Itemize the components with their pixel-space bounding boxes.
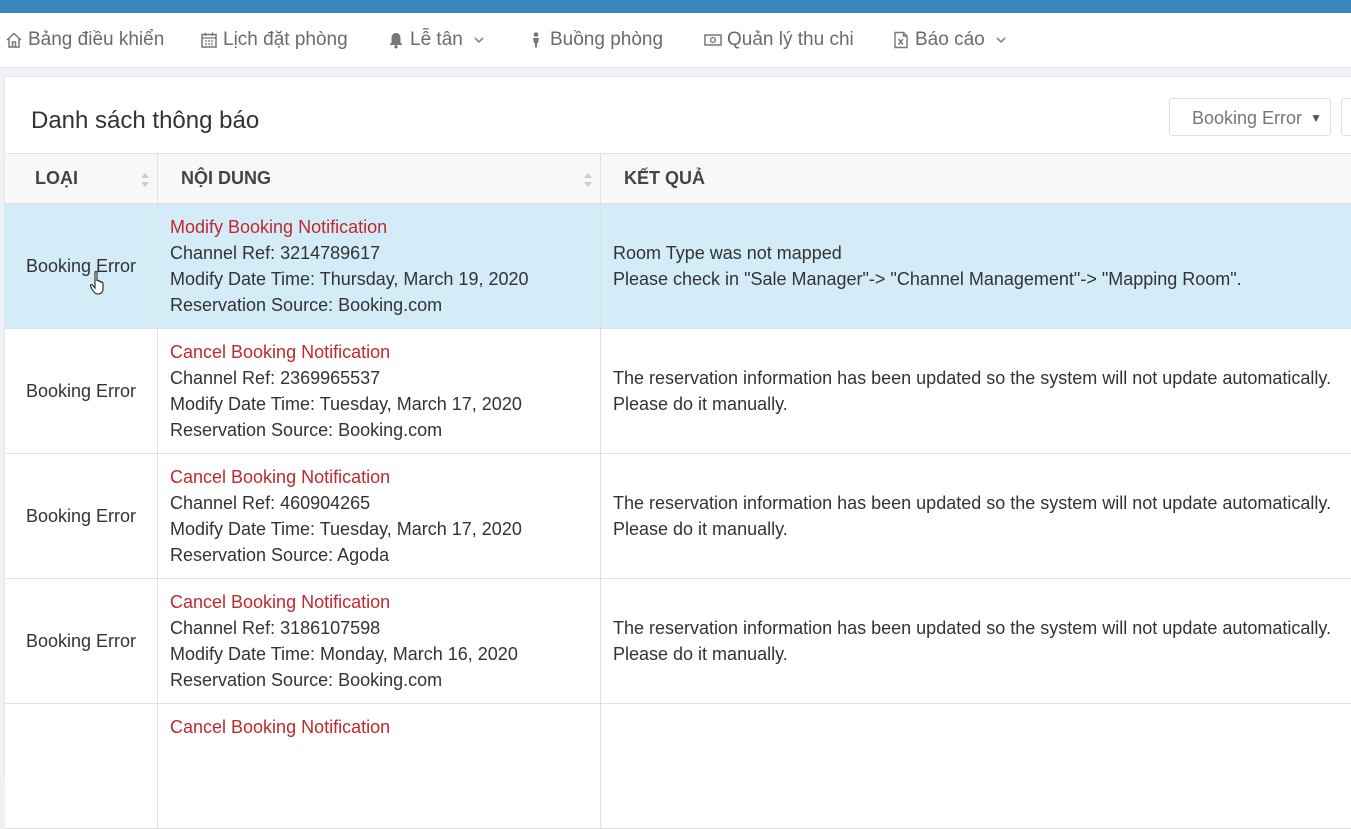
home-icon [5, 31, 23, 49]
modify-date: Modify Date Time: Tuesday, March 17, 202… [170, 519, 522, 539]
type-cell: Booking Error [5, 579, 158, 703]
table-row[interactable]: Booking Error Modify Booking Notificatio… [5, 204, 1351, 329]
nav-label: Lễ tân [410, 29, 463, 50]
result-line: Please do it manually. [613, 519, 788, 539]
type-cell: Booking Error [5, 329, 158, 453]
sort-icon [140, 170, 150, 190]
excel-file-icon [892, 31, 910, 49]
content-cell: Cancel Booking Notification Channel Ref:… [158, 329, 601, 453]
calendar-icon [200, 31, 218, 49]
modify-date: Modify Date Time: Tuesday, March 17, 202… [170, 394, 522, 414]
reservation-source: Reservation Source: Booking.com [170, 670, 443, 690]
main-navigation: Bảng điều khiển Lịch đặt phòng Lễ tân Bu… [0, 13, 1351, 68]
type-cell: Booking Error [5, 454, 158, 578]
table-row[interactable]: Booking Error Cancel Booking Notificatio… [5, 329, 1351, 454]
result-line: The reservation information has been upd… [613, 618, 1332, 638]
nav-item-housekeeping[interactable]: Buồng phòng [527, 27, 663, 53]
result-cell: The reservation information has been upd… [601, 329, 1351, 453]
result-line: Please do it manually. [613, 394, 788, 414]
result-cell: The reservation information has been upd… [601, 454, 1351, 578]
notification-title[interactable]: Modify Booking Notification [170, 214, 600, 240]
notification-title[interactable]: Cancel Booking Notification [170, 714, 600, 740]
nav-item-finance[interactable]: Quản lý thu chi [704, 27, 854, 53]
person-icon [527, 31, 545, 49]
column-header-result[interactable]: KẾT QUẢ [601, 154, 1351, 203]
nav-label: Buồng phòng [550, 29, 664, 50]
column-header-type[interactable]: LOẠI [5, 154, 158, 203]
column-label: LOẠI [35, 168, 78, 188]
sort-icon [583, 170, 593, 190]
channel-ref: Channel Ref: 2369965537 [170, 368, 381, 388]
nav-label: Quản lý thu chi [727, 29, 854, 50]
caret-down-icon: ▼ [1310, 111, 1322, 125]
result-line: The reservation information has been upd… [613, 493, 1332, 513]
notification-title[interactable]: Cancel Booking Notification [170, 339, 600, 365]
reservation-source: Reservation Source: Booking.com [170, 420, 443, 440]
result-cell [601, 704, 1351, 828]
secondary-filter[interactable] [1341, 98, 1351, 136]
modify-date: Modify Date Time: Monday, March 16, 2020 [170, 644, 518, 664]
result-line: Please do it manually. [613, 644, 788, 664]
type-cell [5, 704, 158, 828]
channel-ref: Channel Ref: 3214789617 [170, 243, 381, 263]
notification-title[interactable]: Cancel Booking Notification [170, 589, 600, 615]
nav-item-reports[interactable]: Báo cáo [892, 27, 1007, 53]
nav-item-booking-calendar[interactable]: Lịch đặt phòng [200, 27, 348, 53]
nav-item-reception[interactable]: Lễ tân [387, 27, 485, 53]
column-label: KẾT QUẢ [624, 168, 705, 188]
content-cell: Cancel Booking Notification Channel Ref:… [158, 454, 601, 578]
reservation-source: Reservation Source: Booking.com [170, 295, 443, 315]
nav-item-dashboard[interactable]: Bảng điều khiển [5, 27, 164, 53]
page-title: Danh sách thông báo [31, 107, 260, 134]
column-label: NỘI DUNG [181, 168, 271, 188]
channel-ref: Channel Ref: 460904265 [170, 493, 371, 513]
nav-label: Báo cáo [915, 29, 985, 50]
result-line: Room Type was not mapped [613, 243, 842, 263]
notification-type-filter[interactable]: Booking Error ▼ [1169, 98, 1331, 136]
result-cell: The reservation information has been upd… [601, 579, 1351, 703]
result-line: The reservation information has been upd… [613, 368, 1332, 388]
chevron-down-icon [995, 34, 1007, 46]
content-cell: Cancel Booking Notification Channel Ref:… [158, 579, 601, 703]
bell-icon [387, 31, 405, 49]
reservation-source: Reservation Source: Agoda [170, 545, 390, 565]
table-row[interactable]: Booking Error Cancel Booking Notificatio… [5, 579, 1351, 704]
table-row[interactable]: Booking Error Cancel Booking Notificatio… [5, 454, 1351, 579]
table-header: LOẠI NỘI DUNG KẾT QUẢ [5, 153, 1351, 204]
top-accent-bar [0, 0, 1351, 13]
money-icon [704, 31, 722, 49]
type-cell: Booking Error [5, 204, 158, 328]
result-cell: Room Type was not mapped Please check in… [601, 204, 1351, 328]
column-header-content[interactable]: NỘI DUNG [158, 154, 601, 203]
result-line: Please check in "Sale Manager"-> "Channe… [613, 269, 1242, 289]
table-row[interactable]: Cancel Booking Notification [5, 704, 1351, 829]
nav-label: Lịch đặt phòng [223, 29, 348, 50]
filter-selected-value: Booking Error [1192, 108, 1303, 128]
notification-title[interactable]: Cancel Booking Notification [170, 464, 600, 490]
content-cell: Modify Booking Notification Channel Ref:… [158, 204, 601, 328]
modify-date: Modify Date Time: Thursday, March 19, 20… [170, 269, 529, 289]
chevron-down-icon [473, 34, 485, 46]
channel-ref: Channel Ref: 3186107598 [170, 618, 381, 638]
hand-cursor-icon [89, 270, 109, 296]
nav-label: Bảng điều khiển [28, 29, 165, 50]
notification-panel: Danh sách thông báo Booking Error ▼ LOẠI… [4, 76, 1351, 829]
content-cell: Cancel Booking Notification [158, 704, 601, 828]
